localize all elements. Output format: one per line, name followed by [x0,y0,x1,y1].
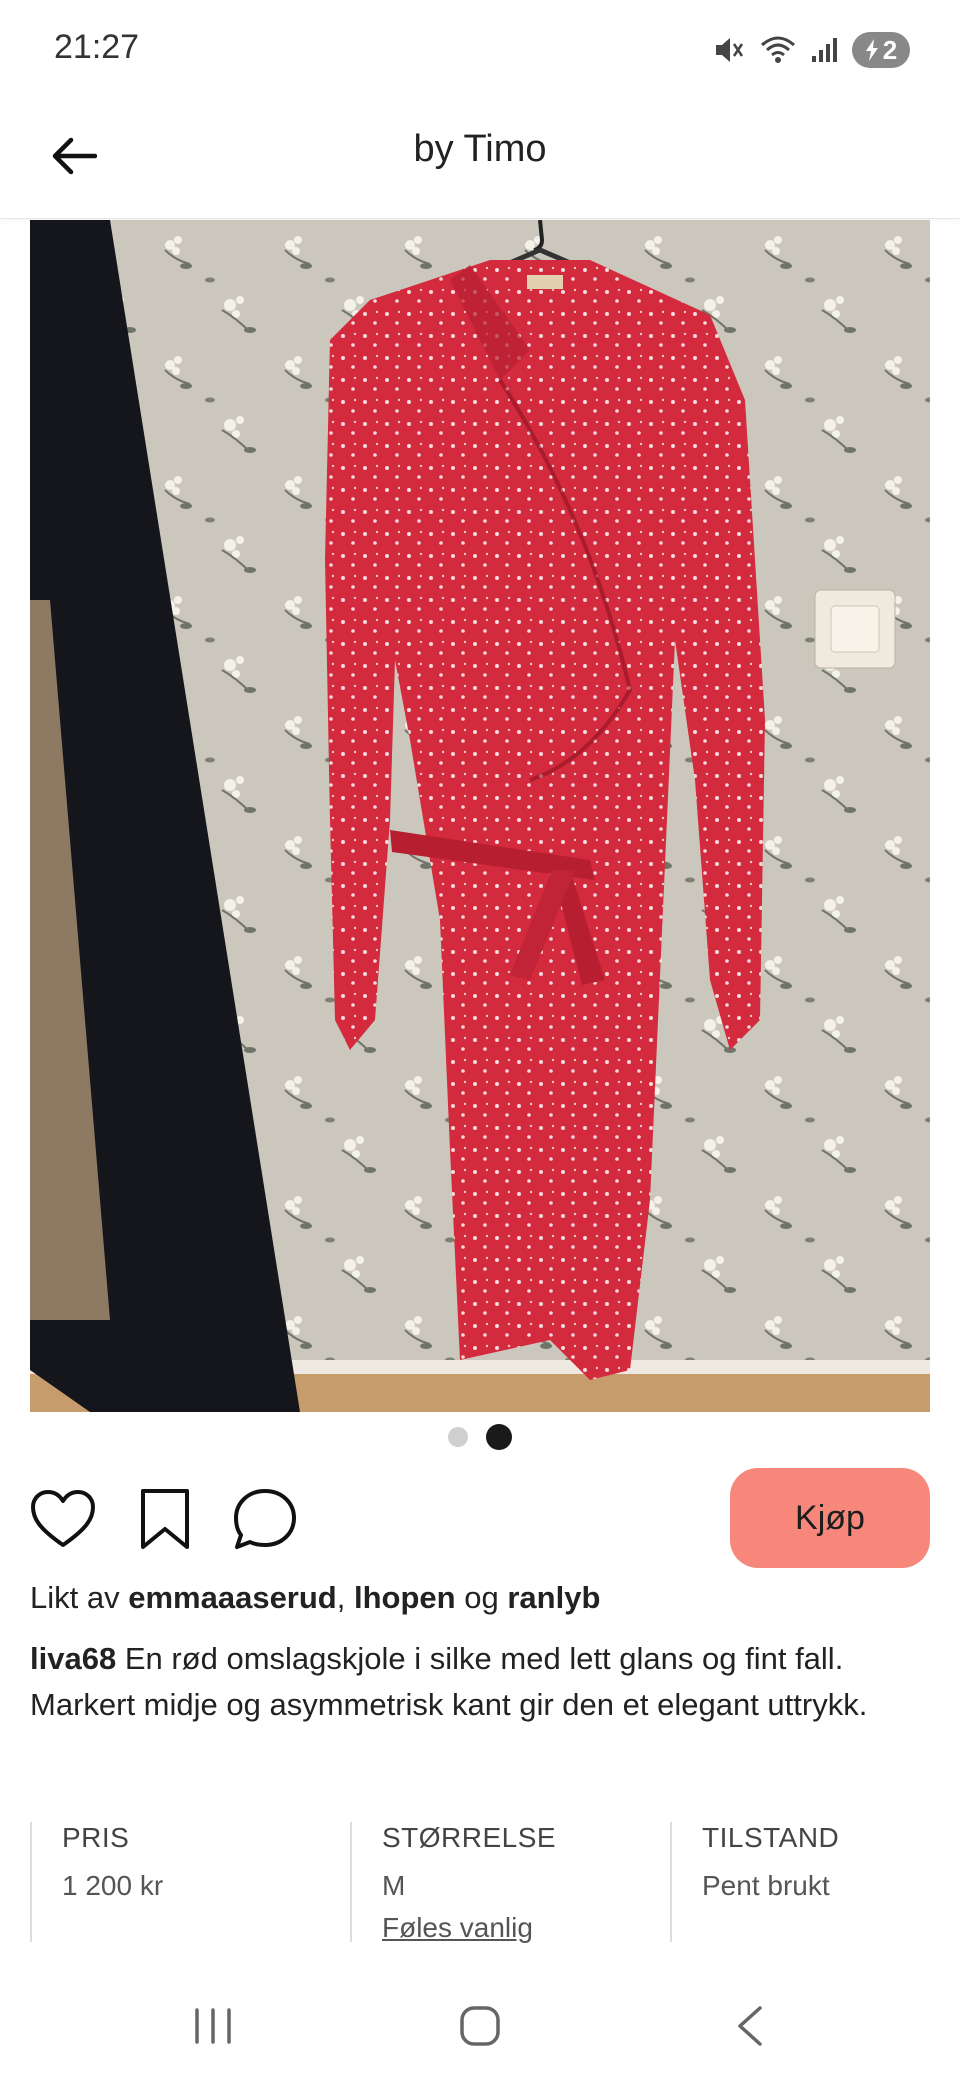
status-time: 21:27 [54,28,140,66]
product-photo[interactable] [30,220,930,1412]
likes-separator: , [336,1580,346,1615]
home-button[interactable] [445,1996,515,2056]
likes-prefix: Likt av [30,1580,120,1615]
save-button[interactable] [132,1486,198,1552]
mute-icon [716,38,744,62]
chevron-left-icon [738,2006,762,2046]
condition-column: TILSTAND Pent brukt [670,1822,930,1942]
recents-icon [195,2008,231,2044]
likes-conjunction: og [464,1580,499,1615]
size-fit-link[interactable]: Føles vanlig [382,1912,650,1944]
carousel-indicator [0,1422,960,1452]
description: liva68 En rød omslagskjole i silke med l… [30,1636,940,1728]
battery-indicator: 2 [852,32,910,68]
liker-link-3[interactable]: ranlyb [507,1580,600,1615]
size-label: STØRRELSE [382,1822,557,1853]
buy-button[interactable]: Kjøp [730,1468,930,1568]
liker-link-2[interactable]: lhopen [354,1580,456,1615]
charging-bolt-icon [865,39,878,61]
recents-button[interactable] [178,1996,248,2056]
battery-level: 2 [882,34,898,65]
heart-icon [31,1490,95,1547]
listing-details: PRIS 1 200 kr STØRRELSE M Føles vanlig T… [30,1822,930,1944]
liker-link-1[interactable]: emmaaaserud [128,1580,337,1615]
like-button[interactable] [30,1486,96,1552]
seller-username[interactable]: liva68 [30,1641,116,1676]
dress-image [30,220,930,1412]
page-title: by Timo [413,128,547,170]
likes-text: Likt av emmaaaserud, lhopen og ranlyb [30,1580,600,1616]
price-label: PRIS [62,1822,130,1853]
status-bar: 21:27 2 [0,0,960,100]
bookmark-icon [141,1489,189,1549]
status-icons: 2 [712,30,910,70]
size-value: M [382,1870,406,1901]
back-nav-button[interactable] [715,1996,785,2056]
condition-label: TILSTAND [702,1822,840,1853]
signal-icon [812,38,837,62]
carousel-dot-2[interactable] [486,1424,512,1450]
wifi-icon [761,36,795,63]
action-bar: Kjøp [30,1468,930,1568]
size-column: STØRRELSE M Føles vanlig [350,1822,650,1944]
comment-icon [234,1489,296,1549]
system-nav-bar [0,1972,960,2080]
home-icon [460,2006,500,2046]
carousel-dot-1[interactable] [448,1427,468,1447]
price-value: 1 200 kr [62,1870,164,1901]
comment-button[interactable] [232,1486,298,1552]
top-app-bar: by Timo [0,100,960,219]
price-column: PRIS 1 200 kr [30,1822,330,1942]
condition-value: Pent brukt [702,1870,830,1901]
description-text: En rød omslagskjole i silke med lett gla… [30,1641,868,1722]
